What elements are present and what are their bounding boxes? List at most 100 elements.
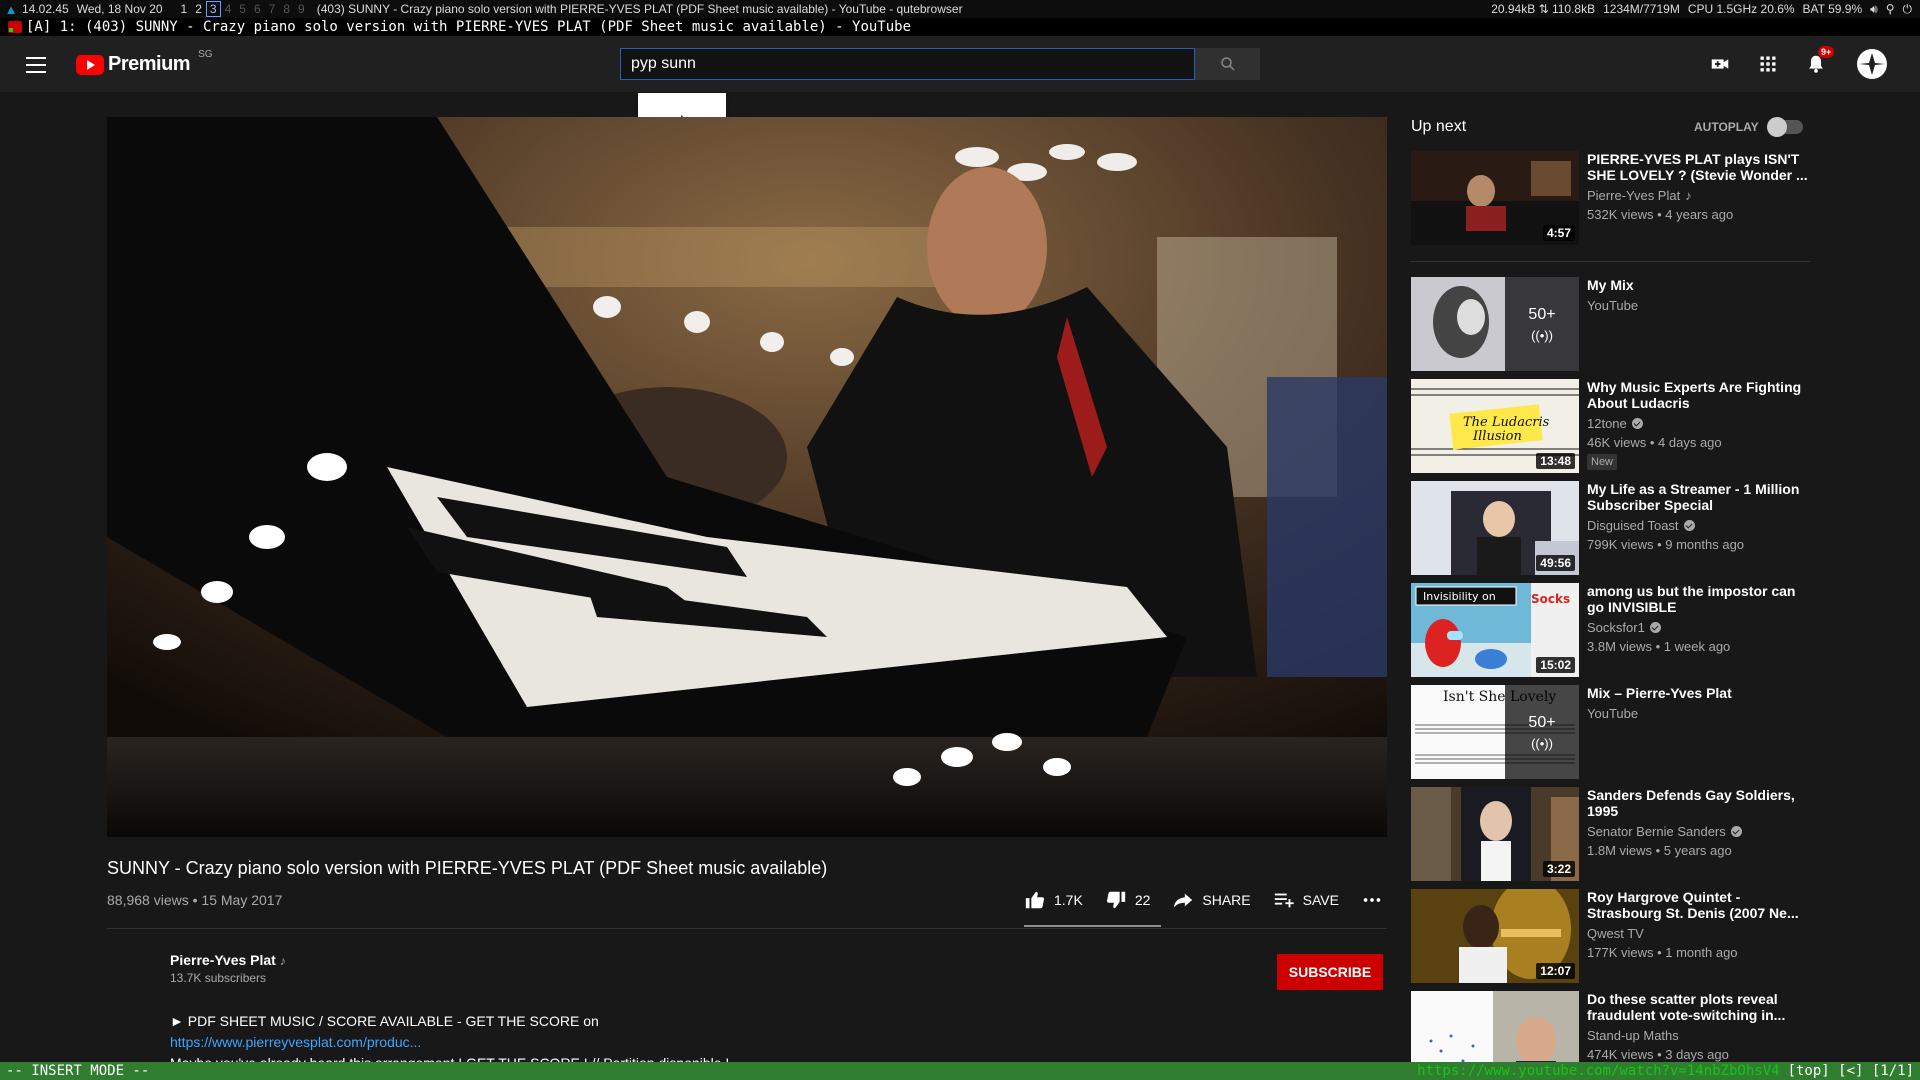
avatar[interactable] xyxy=(1856,48,1888,80)
scroll-position: [top] [<] [1/1] xyxy=(1787,1063,1914,1079)
recommendation-item[interactable]: 49:56 My Life as a Streamer - 1 Million … xyxy=(1411,481,1811,575)
youtube-premium-logo[interactable]: Premium SG xyxy=(76,49,213,76)
recommendation-views: 1.8M views • 5 years ago xyxy=(1587,843,1732,858)
view-count: 88,968 views xyxy=(107,892,189,908)
mix-count: 50+ xyxy=(1528,713,1556,731)
channel-info[interactable]: Pierre-Yves Plat ♪ 13.7K subscribers xyxy=(170,952,286,985)
recommendation-channel[interactable]: YouTube xyxy=(1587,298,1638,313)
arch-logo-icon: ▲ xyxy=(4,1,18,17)
autoplay-control[interactable]: AUTOPLAY xyxy=(1694,117,1803,137)
recommendation-channel[interactable]: 12tone xyxy=(1587,416,1627,431)
video-thumbnail[interactable]: 49:56 xyxy=(1411,481,1579,575)
workspace-6[interactable]: 6 xyxy=(250,2,265,16)
recommendation-title[interactable]: Mix – Pierre-Yves Plat xyxy=(1587,685,1811,701)
recommendation-channel[interactable]: Qwest TV xyxy=(1587,926,1644,941)
workspace-5[interactable]: 5 xyxy=(235,2,250,16)
power-icon[interactable]: ⏻ xyxy=(1903,2,1913,17)
recommendation-item[interactable]: Isn't She Lovely 50+ ((•)) Mix – Pierre-Y… xyxy=(1411,685,1811,779)
recommendation-channel[interactable]: Socksfor1 xyxy=(1587,620,1645,635)
youtube-play-icon xyxy=(76,54,104,75)
video-thumbnail[interactable]: 3:22 xyxy=(1411,787,1579,881)
workspace-4[interactable]: 4 xyxy=(221,2,236,16)
workspace-1[interactable]: 1 xyxy=(177,2,192,16)
subscribe-button[interactable]: SUBSCRIBE xyxy=(1277,954,1383,990)
create-video-icon[interactable] xyxy=(1708,52,1732,76)
recommendation-views: 532K views • 4 years ago xyxy=(1587,207,1734,222)
verified-check-icon xyxy=(1683,520,1695,531)
more-actions-button[interactable] xyxy=(1361,889,1391,911)
svg-text:The Ludacris: The Ludacris xyxy=(1463,415,1550,430)
recommendation-title[interactable]: My Life as a Streamer - 1 Million Subscr… xyxy=(1587,481,1811,513)
video-thumbnail[interactable]: Isn't She Lovely 50+ ((•)) xyxy=(1411,685,1579,779)
save-button[interactable]: SAVE xyxy=(1273,889,1339,911)
menu-icon[interactable] xyxy=(24,54,48,74)
recommendation-item[interactable]: Invisibility on Socks 15:02 among us but … xyxy=(1411,583,1811,677)
recommendation-title[interactable]: PIERRE-YVES PLAT plays ISN'T SHE LOVELY … xyxy=(1587,151,1811,183)
recommendation-title[interactable]: Sanders Defends Gay Soldiers, 1995 xyxy=(1587,787,1811,819)
current-url: https://www.youtube.com/watch?v=14nbZbOh… xyxy=(1417,1063,1780,1079)
recommendation-channel[interactable]: Senator Bernie Sanders xyxy=(1587,824,1726,839)
notification-count-badge: 9+ xyxy=(1818,46,1835,58)
recommendation-title[interactable]: Why Music Experts Are Fighting About Lud… xyxy=(1587,379,1811,411)
autoplay-label: AUTOPLAY xyxy=(1694,120,1759,134)
like-button[interactable]: 1.7K xyxy=(1024,889,1083,911)
like-dislike-ratio-bar xyxy=(1024,925,1161,927)
subscriber-count: 13.7K subscribers xyxy=(170,971,267,985)
recommendation-title[interactable]: Do these scatter plots reveal fraudulent… xyxy=(1587,991,1811,1023)
share-label: SHARE xyxy=(1202,892,1251,908)
video-player[interactable] xyxy=(107,117,1387,837)
mix-count: 50+ xyxy=(1528,305,1556,323)
description-link[interactable]: https://www.pierreyvesplat.com/produc... xyxy=(170,1034,421,1050)
thumbnail-text: Invisibility on xyxy=(1423,590,1496,603)
recommendation-channel[interactable]: Disguised Toast xyxy=(1587,518,1679,533)
recommendation-item[interactable]: Do these scatter plots reveal fraudulent… xyxy=(1411,991,1811,1062)
workspace-3[interactable]: 3 xyxy=(205,1,221,17)
video-thumbnail[interactable]: Invisibility on Socks 15:02 xyxy=(1411,583,1579,677)
recommendation-item[interactable]: The Ludacris Illusion 13:48 Why Music Exp… xyxy=(1411,379,1811,473)
recommendation-views: 3.8M views • 1 week ago xyxy=(1587,639,1731,654)
recommendation-item[interactable]: 12:07 Roy Hargrove Quintet - Strasbourg … xyxy=(1411,889,1811,983)
recommendation-title[interactable]: among us but the impostor can go INVISIB… xyxy=(1587,583,1811,615)
apps-grid-icon[interactable] xyxy=(1756,52,1780,76)
video-thumbnail[interactable]: 12:07 xyxy=(1411,889,1579,983)
search-input[interactable] xyxy=(620,48,1195,80)
youtube-favicon-icon xyxy=(8,21,22,33)
masthead: Premium SG 9+ xyxy=(0,36,1920,92)
channel-name[interactable]: Pierre-Yves Plat xyxy=(170,952,276,968)
radio-broadcast-icon: ((•)) xyxy=(1531,327,1553,343)
browser-tab-bar: [A] 1: (403) SUNNY - Crazy piano solo ve… xyxy=(0,18,1920,36)
recommendation-channel[interactable]: YouTube xyxy=(1587,706,1638,721)
playlist-add-icon xyxy=(1274,893,1294,908)
recommendation-channel[interactable]: Stand-up Maths xyxy=(1587,1028,1679,1043)
workspace-2[interactable]: 2 xyxy=(191,2,206,16)
dislike-button[interactable]: 22 xyxy=(1105,889,1150,911)
share-button[interactable]: SHARE xyxy=(1172,889,1251,911)
recommendation-title[interactable]: Roy Hargrove Quintet - Strasbourg St. De… xyxy=(1587,889,1811,921)
video-thumbnail[interactable]: The Ludacris Illusion 13:48 xyxy=(1411,379,1579,473)
workspace-7[interactable]: 7 xyxy=(265,2,280,16)
volume-icon[interactable]: 🔊︎ xyxy=(1870,2,1878,17)
workspace-8[interactable]: 8 xyxy=(279,2,294,16)
browser-tab-title[interactable]: [A] 1: (403) SUNNY - Crazy piano solo ve… xyxy=(26,19,911,35)
workspace-9[interactable]: 9 xyxy=(294,2,309,16)
recommendation-title[interactable]: My Mix xyxy=(1587,277,1811,293)
video-duration: 12:07 xyxy=(1536,963,1575,979)
video-thumbnail[interactable]: 4:57 xyxy=(1411,151,1579,245)
recommendation-channel[interactable]: Pierre-Yves Plat xyxy=(1587,188,1680,203)
mode-indicator: -- INSERT MODE -- xyxy=(0,1062,1418,1080)
verified-check-icon xyxy=(1730,826,1742,837)
video-thumbnail[interactable]: 50+ ((•)) xyxy=(1411,277,1579,371)
recommendation-item[interactable]: 50+ ((•)) My Mix YouTube xyxy=(1411,277,1811,371)
search-button[interactable] xyxy=(1195,48,1260,80)
video-thumbnail[interactable] xyxy=(1411,991,1579,1062)
autoplay-toggle[interactable] xyxy=(1766,117,1803,137)
video-duration: 4:57 xyxy=(1542,225,1575,241)
recommendation-views: 474K views • 3 days ago xyxy=(1587,1047,1729,1062)
recommendation-item[interactable]: 4:57 PIERRE-YVES PLAT plays ISN'T SHE LO… xyxy=(1411,151,1811,245)
verified-check-icon xyxy=(1631,418,1643,429)
up-next-heading: Up next xyxy=(1411,118,1467,135)
recommendation-item[interactable]: 3:22 Sanders Defends Gay Soldiers, 1995 … xyxy=(1411,787,1811,881)
network-icon[interactable]: ⚲ xyxy=(1886,2,1895,16)
notifications-bell-icon[interactable]: 9+ xyxy=(1804,46,1835,76)
divider xyxy=(107,928,1387,929)
